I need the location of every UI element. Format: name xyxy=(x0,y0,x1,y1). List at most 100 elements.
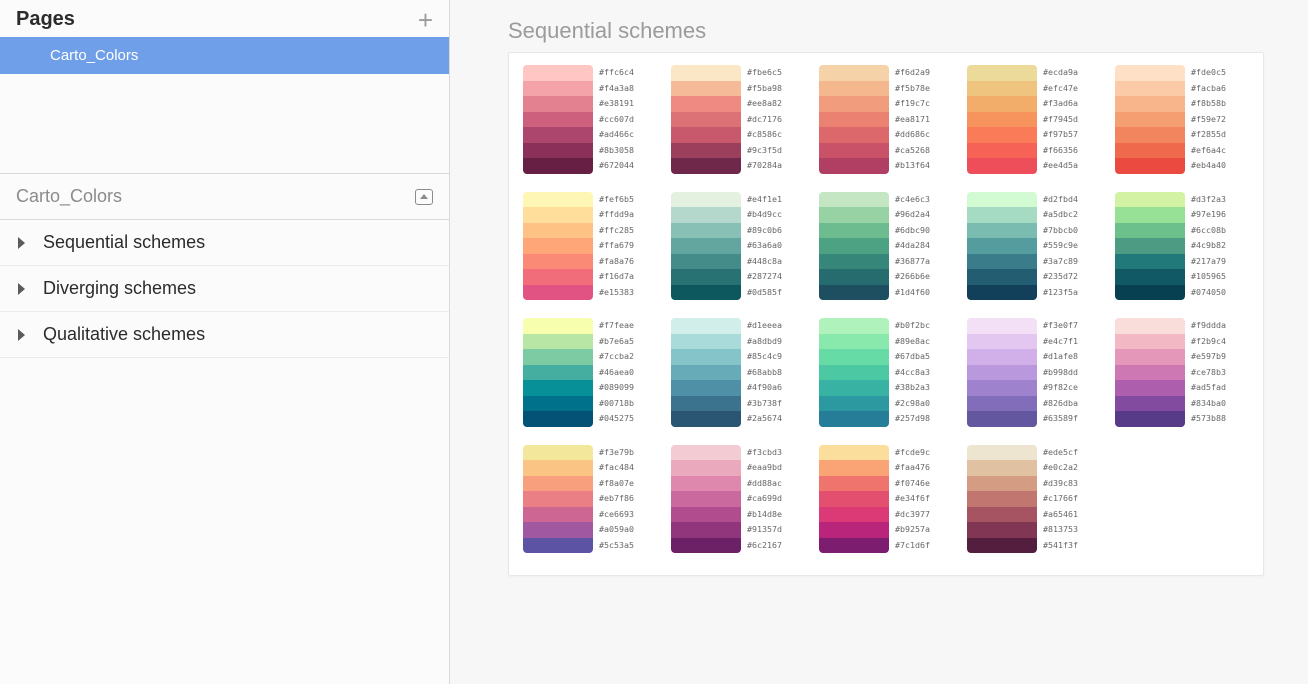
hex-label: #dc7176 xyxy=(747,112,782,128)
swatch xyxy=(819,334,889,350)
swatch xyxy=(967,522,1037,538)
layer-label: Sequential schemes xyxy=(43,232,205,253)
color-scheme[interactable]: #f6d2a9#f5b78e#f19c7c#ea8171#dd686c#ca52… xyxy=(819,65,953,174)
hex-label: #d2fbd4 xyxy=(1043,192,1078,208)
hex-label: #cc607d xyxy=(599,112,634,128)
hex-label: #f5ba98 xyxy=(747,81,782,97)
hex-column: #f7feae#b7e6a5#7ccba2#46aea0#089099#0071… xyxy=(593,318,634,427)
swatch xyxy=(967,365,1037,381)
hex-label: #b14d8e xyxy=(747,507,782,523)
swatch xyxy=(671,143,741,159)
hex-label: #b4d9cc xyxy=(747,207,782,223)
swatch xyxy=(523,81,593,97)
collapse-panel-icon[interactable] xyxy=(415,189,433,205)
swatch xyxy=(523,445,593,461)
hex-label: #9f82ce xyxy=(1043,380,1078,396)
hex-label: #573b88 xyxy=(1191,411,1226,427)
swatch xyxy=(1115,158,1185,174)
color-scheme[interactable]: #f9ddda#f2b9c4#e597b9#ce78b3#ad5fad#834b… xyxy=(1115,318,1249,427)
pages-title: Pages xyxy=(16,8,75,31)
color-scheme[interactable]: #d1eeea#a8dbd9#85c4c9#68abb8#4f90a6#3b73… xyxy=(671,318,805,427)
swatch-column xyxy=(967,445,1037,554)
hex-label: #ffa679 xyxy=(599,238,634,254)
hex-label: #70284a xyxy=(747,158,782,174)
swatch-column xyxy=(671,192,741,301)
swatch xyxy=(671,460,741,476)
swatch xyxy=(671,285,741,301)
hex-label: #ffc6c4 xyxy=(599,65,634,81)
hex-label: #ede5cf xyxy=(1043,445,1078,461)
swatch xyxy=(819,238,889,254)
hex-label: #0d585f xyxy=(747,285,782,301)
swatch xyxy=(819,349,889,365)
hex-label: #f97b57 xyxy=(1043,127,1078,143)
scheme-row: #f7feae#b7e6a5#7ccba2#46aea0#089099#0071… xyxy=(523,318,1253,427)
hex-label: #7bbcb0 xyxy=(1043,223,1078,239)
layer-item-sequential[interactable]: Sequential schemes xyxy=(0,220,449,266)
swatch-column xyxy=(967,65,1037,174)
hex-column: #f6d2a9#f5b78e#f19c7c#ea8171#dd686c#ca52… xyxy=(889,65,930,174)
swatch xyxy=(523,538,593,554)
hex-label: #2a5674 xyxy=(747,411,782,427)
color-scheme[interactable]: #b0f2bc#89e8ac#67dba5#4cc8a3#38b2a3#2c98… xyxy=(819,318,953,427)
hex-label: #4cc8a3 xyxy=(895,365,930,381)
artboard[interactable]: #ffc6c4#f4a3a8#e38191#cc607d#ad466c#8b30… xyxy=(508,52,1264,576)
swatch xyxy=(523,65,593,81)
hex-label: #5c53a5 xyxy=(599,538,634,554)
swatch xyxy=(819,460,889,476)
color-scheme[interactable]: #f3cbd3#eaa9bd#dd88ac#ca699d#b14d8e#9135… xyxy=(671,445,805,554)
add-page-icon[interactable]: + xyxy=(418,10,433,30)
hex-column: #f9ddda#f2b9c4#e597b9#ce78b3#ad5fad#834b… xyxy=(1185,318,1226,427)
chevron-right-icon xyxy=(18,237,25,249)
swatch xyxy=(1115,411,1185,427)
hex-column: #b0f2bc#89e8ac#67dba5#4cc8a3#38b2a3#2c98… xyxy=(889,318,930,427)
color-scheme[interactable]: #fef6b5#ffdd9a#ffc285#ffa679#fa8a76#f16d… xyxy=(523,192,657,301)
color-scheme[interactable]: #f3e79b#fac484#f8a07e#eb7f86#ce6693#a059… xyxy=(523,445,657,554)
hex-label: #105965 xyxy=(1191,269,1226,285)
hex-label: #a65461 xyxy=(1043,507,1078,523)
color-scheme[interactable]: #ecda9a#efc47e#f3ad6a#f7945d#f97b57#f663… xyxy=(967,65,1101,174)
swatch xyxy=(671,522,741,538)
color-scheme[interactable]: #f7feae#b7e6a5#7ccba2#46aea0#089099#0071… xyxy=(523,318,657,427)
hex-label: #ef6a4c xyxy=(1191,143,1226,159)
color-scheme[interactable]: #d3f2a3#97e196#6cc08b#4c9b82#217a79#1059… xyxy=(1115,192,1249,301)
color-scheme[interactable]: #d2fbd4#a5dbc2#7bbcb0#559c9e#3a7c89#235d… xyxy=(967,192,1101,301)
hex-label: #c8586c xyxy=(747,127,782,143)
color-scheme[interactable]: #fde0c5#facba6#f8b58b#f59e72#f2855d#ef6a… xyxy=(1115,65,1249,174)
canvas[interactable]: Sequential schemes #ffc6c4#f4a3a8#e38191… xyxy=(450,0,1308,684)
color-scheme[interactable]: #f3e0f7#e4c7f1#d1afe8#b998dd#9f82ce#826d… xyxy=(967,318,1101,427)
swatch xyxy=(671,365,741,381)
swatch xyxy=(671,238,741,254)
layer-item-diverging[interactable]: Diverging schemes xyxy=(0,266,449,312)
color-scheme[interactable]: #ede5cf#e0c2a2#d39c83#c1766f#a65461#8137… xyxy=(967,445,1101,554)
swatch xyxy=(671,112,741,128)
hex-label: #6c2167 xyxy=(747,538,782,554)
color-scheme[interactable]: #fbe6c5#f5ba98#ee8a82#dc7176#c8586c#9c3f… xyxy=(671,65,805,174)
color-scheme[interactable]: #ffc6c4#f4a3a8#e38191#cc607d#ad466c#8b30… xyxy=(523,65,657,174)
swatch-column xyxy=(523,318,593,427)
hex-column: #fbe6c5#f5ba98#ee8a82#dc7176#c8586c#9c3f… xyxy=(741,65,782,174)
page-item-selected[interactable]: Carto_Colors xyxy=(0,37,449,74)
swatch xyxy=(1115,334,1185,350)
swatch xyxy=(671,334,741,350)
color-scheme[interactable]: #c4e6c3#96d2a4#6dbc90#4da284#36877a#266b… xyxy=(819,192,953,301)
hex-label: #dd686c xyxy=(895,127,930,143)
hex-label: #ffc285 xyxy=(599,223,634,239)
swatch xyxy=(967,349,1037,365)
swatch xyxy=(1115,238,1185,254)
swatch xyxy=(967,238,1037,254)
hex-label: #b7e6a5 xyxy=(599,334,634,350)
color-scheme[interactable]: #fcde9c#faa476#f0746e#e34f6f#dc3977#b925… xyxy=(819,445,953,554)
swatch-column xyxy=(671,65,741,174)
hex-label: #e0c2a2 xyxy=(1043,460,1078,476)
hex-column: #d2fbd4#a5dbc2#7bbcb0#559c9e#3a7c89#235d… xyxy=(1037,192,1078,301)
swatch xyxy=(819,143,889,159)
hex-label: #eb7f86 xyxy=(599,491,634,507)
color-scheme[interactable]: #e4f1e1#b4d9cc#89c0b6#63a6a0#448c8a#2872… xyxy=(671,192,805,301)
layer-item-qualitative[interactable]: Qualitative schemes xyxy=(0,312,449,358)
hex-label: #38b2a3 xyxy=(895,380,930,396)
hex-label: #ea8171 xyxy=(895,112,930,128)
swatch xyxy=(819,476,889,492)
hex-label: #f5b78e xyxy=(895,81,930,97)
hex-label: #facba6 xyxy=(1191,81,1226,97)
